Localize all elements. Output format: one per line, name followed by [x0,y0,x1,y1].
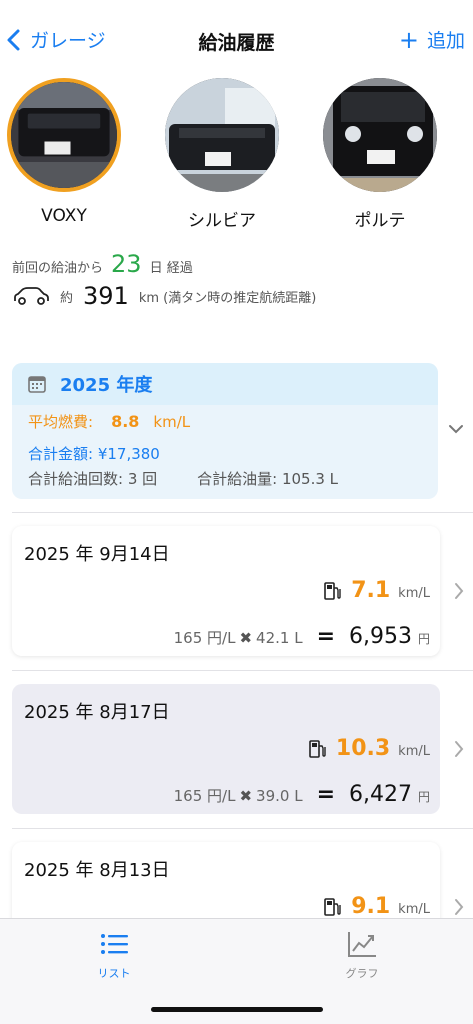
navigation-bar: ガレージ 給油履歴 + 追加 [0,0,473,80]
chevron-down-icon[interactable] [448,423,464,435]
fuel-pump-icon [309,739,326,758]
refuel-stats: 前回の給油から 23 日 経過 約 391 km (満タン時の推定航続距離) [12,250,462,310]
refuel-record[interactable]: 2025 年 9月14日 7.1 km/L 165 円/L ✖ 42.1 L =… [12,526,440,656]
fuel-volume: 39.0 L [256,787,303,805]
year-counts: 合計給油回数: 3 回 合計給油量: 105.3 L [28,468,422,489]
divider [12,828,473,829]
vehicle-name: ポルテ [354,211,406,231]
tab-graph-label: グラフ [345,967,379,980]
add-button[interactable]: + 追加 [399,26,465,53]
fuel-volume: 42.1 L [256,629,303,647]
multiply-icon: ✖ [239,629,253,647]
efficiency-value: 7.1 [351,578,391,603]
record-calculation: 165 円/L ✖ 39.0 L = 6,427 円 [174,782,430,807]
total-volume: 合計給油量: 105.3 L [197,470,339,488]
record-amount: 6,953 [349,624,412,649]
range-suffix: km (満タン時の推定航続距離) [138,290,317,306]
vehicle-photo [165,78,279,192]
multiply-icon: ✖ [239,787,253,805]
chevron-right-icon[interactable] [453,740,465,758]
year-summary-card[interactable]: 2025 年度 平均燃費: 8.8 km/L 合計金額: ¥17,380 合計給… [12,363,438,499]
divider [12,670,473,671]
record-efficiency: 9.1 km/L [323,894,430,919]
divider [12,512,473,513]
vehicle-photo [323,78,437,192]
efficiency-unit: km/L [398,586,430,601]
plus-icon: + [398,25,419,54]
record-calculation: 165 円/L ✖ 42.1 L = 6,953 円 [174,624,430,649]
list-icon [101,934,128,954]
chevron-right-icon[interactable] [453,582,465,600]
vehicle-voxy[interactable]: VOXY [4,78,124,226]
range-value: 391 [83,282,129,310]
chevron-right-icon[interactable] [453,898,465,916]
equals-icon: = [316,624,335,649]
record-efficiency: 7.1 km/L [323,578,430,603]
avg-value: 8.8 [111,412,140,431]
record-date: 2025 年 9月14日 [24,544,170,565]
home-indicator [151,1007,323,1012]
efficiency-value: 9.1 [351,894,391,919]
total-amount: 合計金額: ¥17,380 [28,445,160,463]
equals-icon: = [316,782,335,807]
avg-unit: km/L [153,413,191,431]
tab-list-label: リスト [97,967,131,980]
days-value: 23 [111,250,142,278]
estimated-range: 約 391 km (満タン時の推定航続距離) [12,282,462,310]
unit-price: 165 円/L [173,629,236,647]
efficiency-unit: km/L [398,744,430,759]
record-amount: 6,427 [349,782,412,807]
year-summary-header: 2025 年度 [12,363,438,405]
unit-price: 165 円/L [173,787,236,805]
efficiency-value: 10.3 [335,736,391,761]
avg-label: 平均燃費: [28,413,94,431]
vehicle-carousel[interactable]: VOXY シルビア ポルテ [0,78,473,231]
days-since-refuel: 前回の給油から 23 日 経過 [12,250,462,278]
yen-unit: 円 [417,790,430,804]
refuel-record[interactable]: 2025 年 8月17日 10.3 km/L 165 円/L ✖ 39.0 L … [12,684,440,814]
days-suffix: 日 経過 [149,261,193,276]
record-date: 2025 年 8月17日 [24,702,170,723]
average-efficiency: 平均燃費: 8.8 km/L [28,411,422,437]
tab-graph[interactable]: グラフ [322,929,402,981]
year-title: 2025 年度 [60,375,153,396]
vehicle-porte[interactable]: ポルテ [320,78,440,231]
efficiency-unit: km/L [398,902,430,917]
yen-unit: 円 [417,632,430,646]
vehicle-name: VOXY [41,206,87,226]
vehicle-name: シルビア [188,211,256,231]
fuel-pump-icon [324,581,341,600]
car-icon [14,287,49,305]
refuel-count: 合計給油回数: 3 回 [28,470,158,488]
record-date: 2025 年 8月13日 [24,860,170,881]
days-prefix: 前回の給油から [12,261,104,276]
fuel-pump-icon [324,897,341,916]
add-button-label: 追加 [426,30,465,52]
year-summary-body: 平均燃費: 8.8 km/L 合計金額: ¥17,380 合計給油回数: 3 回… [12,405,438,489]
chart-icon [348,932,376,957]
vehicle-photo [7,78,121,192]
tab-list[interactable]: リスト [74,929,154,981]
vehicle-silvia[interactable]: シルビア [162,78,282,231]
record-efficiency: 10.3 km/L [308,736,430,761]
range-prefix: 約 [60,290,74,306]
calendar-icon [28,376,46,393]
